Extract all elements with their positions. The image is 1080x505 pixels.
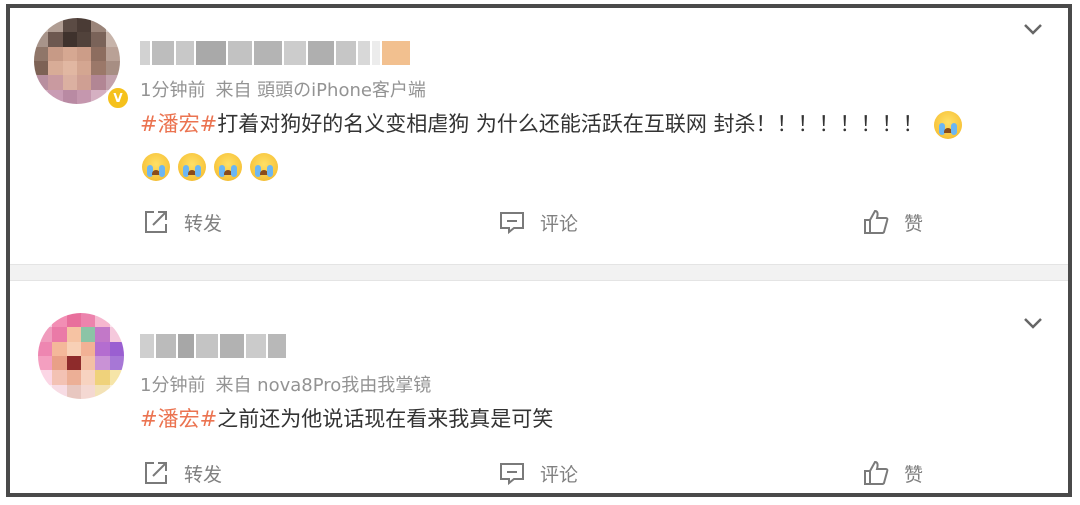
crying-emoji-icon <box>178 153 206 181</box>
post-content: #潘宏#打着对狗好的名义变相虐狗 为什么还能活跃在互联网 封杀！！！！！！！！ <box>140 103 966 145</box>
thumbs-up-icon <box>864 460 889 485</box>
comment-button[interactable]: 评论 <box>498 208 578 236</box>
comment-label: 评论 <box>540 463 579 486</box>
like-label: 赞 <box>904 212 924 235</box>
repost-button[interactable]: 转发 <box>142 208 222 236</box>
comment-icon <box>500 463 524 486</box>
thumbs-up-icon <box>864 209 889 234</box>
repost-label: 转发 <box>184 463 223 486</box>
post-meta: 1分钟前 来自 nova8Pro我由我掌镜 <box>140 371 431 397</box>
repost-icon <box>145 462 167 484</box>
post-content: #潘宏#之前还为他说话现在看来我真是可笑 <box>140 398 553 440</box>
repost-icon <box>145 211 167 233</box>
post-source[interactable]: 来自 頭頭のiPhone客户端 <box>215 80 425 101</box>
topic-link[interactable]: #潘宏# <box>140 407 217 431</box>
avatar-mosaic <box>38 313 124 399</box>
chevron-down-icon[interactable] <box>1022 18 1044 40</box>
comment-button[interactable]: 评论 <box>498 459 578 487</box>
verified-badge: V <box>106 86 130 110</box>
action-bar: 转发 评论 赞 <box>10 459 1068 499</box>
post-divider <box>10 264 1068 281</box>
post-time: 1分钟前 <box>140 375 206 396</box>
post-meta: 1分钟前 来自 頭頭のiPhone客户端 <box>140 76 426 102</box>
comment-icon <box>500 212 524 235</box>
repost-button[interactable]: 转发 <box>142 459 222 487</box>
crying-emoji-icon <box>214 153 242 181</box>
username-blurred[interactable] <box>140 40 410 66</box>
action-bar: 转发 评论 赞 <box>10 208 1068 248</box>
weibo-comment-frame: V 1分钟前 来自 頭頭のiPhone客户端 #潘宏#打着对狗好的名义变相虐狗 为… <box>6 4 1072 497</box>
like-button[interactable]: 赞 <box>862 459 923 487</box>
post-emoji-line <box>138 145 282 187</box>
crying-emoji-icon <box>142 153 170 181</box>
comment-label: 评论 <box>540 212 579 235</box>
post-source[interactable]: 来自 nova8Pro我由我掌镜 <box>215 375 431 396</box>
chevron-down-icon[interactable] <box>1022 312 1044 334</box>
topic-link[interactable]: #潘宏# <box>140 112 217 136</box>
post-time: 1分钟前 <box>140 80 206 101</box>
repost-label: 转发 <box>184 212 223 235</box>
avatar[interactable] <box>38 313 124 399</box>
crying-emoji-icon <box>250 153 278 181</box>
post-card: 1分钟前 来自 nova8Pro我由我掌镜 #潘宏#之前还为他说话现在看来我真是可… <box>10 281 1068 493</box>
like-button[interactable]: 赞 <box>862 208 923 236</box>
username-blurred[interactable] <box>140 333 286 359</box>
like-label: 赞 <box>904 463 924 486</box>
post-card: V 1分钟前 来自 頭頭のiPhone客户端 #潘宏#打着对狗好的名义变相虐狗 为… <box>10 8 1068 264</box>
post-text: 打着对狗好的名义变相虐狗 为什么还能活跃在互联网 封杀！！！！！！！！ <box>217 112 924 136</box>
crying-emoji-icon <box>934 111 963 139</box>
post-text: 之前还为他说话现在看来我真是可笑 <box>217 407 554 431</box>
